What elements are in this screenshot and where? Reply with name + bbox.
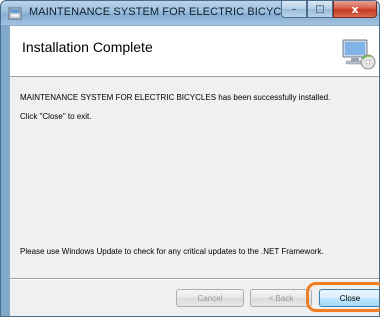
maximize-button[interactable]: □ [307,1,333,18]
window-close-button[interactable]: x [333,1,377,18]
window-title: MAINTENANCE SYSTEM FOR ELECTRIC BICYCLES [29,6,303,18]
minimize-button[interactable]: – [281,1,307,18]
close-button-highlight [306,282,380,312]
divider [10,278,379,280]
minimize-icon: – [291,3,297,15]
installer-app-icon [8,7,22,20]
maximize-icon: □ [315,3,325,15]
computer-setup-icon [342,39,376,70]
exit-hint: Click "Close" to exit. [20,112,92,121]
cancel-button[interactable]: Cancel [176,289,244,307]
header-banner: Installation Complete [10,26,379,77]
back-button[interactable]: < Back [250,289,312,307]
dialog-client-area: Installation Complete MAINTENANCE SYSTEM… [9,25,379,316]
close-icon: x [351,2,359,16]
success-message: MAINTENANCE SYSTEM FOR ELECTRIC BICYCLES… [20,93,331,102]
title-bar[interactable]: MAINTENANCE SYSTEM FOR ELECTRIC BICYCLES… [1,1,379,25]
update-note: Please use Windows Update to check for a… [20,247,324,256]
page-title: Installation Complete [22,39,153,55]
installer-window: MAINTENANCE SYSTEM FOR ELECTRIC BICYCLES… [0,0,380,317]
caption-buttons: – □ x [281,1,377,20]
